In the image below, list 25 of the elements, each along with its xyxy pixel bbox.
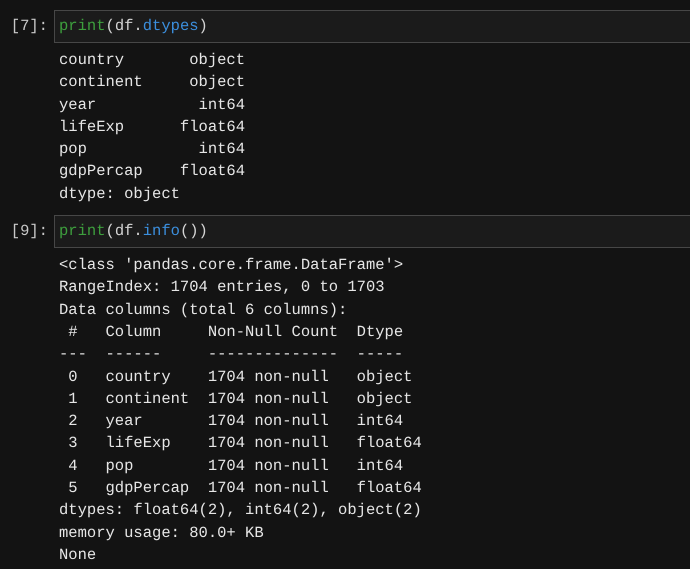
- output-line: lifeExp float64: [59, 116, 246, 138]
- output-line: 3 lifeExp 1704 non-null float64: [67, 433, 422, 454]
- output-line: <class 'pandas.core.frame.DataFrame'>: [59, 255, 404, 276]
- output-line: memory usage: 80.0+ KB: [59, 522, 264, 544]
- output-line: 5 gdpPercap 1704 non-null float64: [67, 478, 422, 500]
- output-line: pop int64: [59, 139, 246, 160]
- output-line: Data columns (total 6 columns):: [59, 300, 348, 321]
- output-line: 0 country 1704 non-null object: [67, 366, 412, 388]
- output-line: 1 continent 1704 non-null object: [67, 388, 412, 410]
- cell-prompt: [7]:: [10, 16, 48, 37]
- output-line: continent object: [59, 72, 246, 94]
- output-line: gdpPercap float64: [59, 161, 246, 182]
- code-input[interactable]: print(df.dtypes): [54, 10, 690, 43]
- output-line: country object: [59, 50, 246, 71]
- output-line: # Column Non-Null Count Dtype: [67, 322, 404, 343]
- output-line: 2 year 1704 non-null int64: [67, 411, 404, 432]
- output-line: dtypes: float64(2), int64(2), object(2): [59, 500, 422, 522]
- output-line: RangeIndex: 1704 entries, 0 to 1703: [59, 277, 385, 298]
- output-line: dtype: object: [59, 184, 180, 205]
- output-line: year int64: [59, 94, 246, 116]
- output-line: None: [59, 544, 96, 566]
- cell-prompt: [9]:: [10, 220, 48, 242]
- output-line: 4 pop 1704 non-null int64: [67, 456, 404, 477]
- code-input[interactable]: print(df.info()): [54, 215, 690, 248]
- output-line: --- ------ -------------- -----: [59, 344, 404, 366]
